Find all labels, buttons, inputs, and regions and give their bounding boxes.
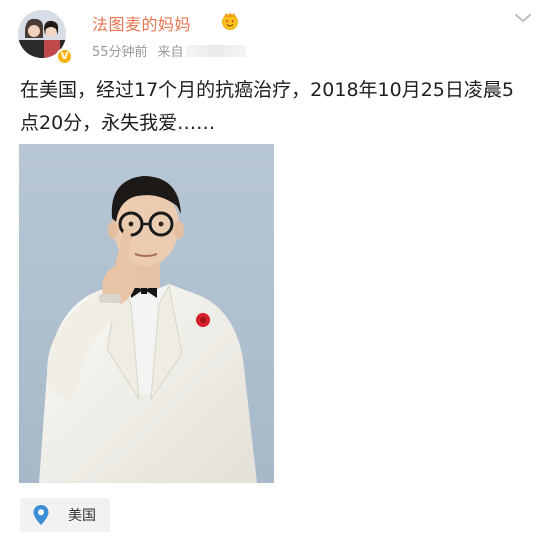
crown-heart-eyes-emoji-icon bbox=[222, 12, 238, 30]
author-avatar-wrap[interactable]: V bbox=[18, 10, 74, 66]
location-label: 美国 bbox=[68, 508, 96, 524]
verified-badge-icon: V bbox=[56, 48, 73, 65]
author-name[interactable]: 法图麦的妈妈 bbox=[92, 11, 191, 35]
post-time: 55分钟前 bbox=[92, 45, 148, 60]
post-text: 在美国，经过17个月的抗癌治疗，2018年10月25日凌晨5点20分，永失我爱…… bbox=[20, 79, 514, 134]
post-meta: 55分钟前 来自 bbox=[92, 41, 246, 60]
weibo-post-card: V 法图麦的妈妈 55分钟前 来自 在美国，经过17个月的抗癌治疗，2018年10… bbox=[0, 0, 550, 541]
portrait-photo-man-white-tuxedo-icon bbox=[39, 176, 257, 483]
location-pin-icon bbox=[33, 505, 49, 525]
post-source-blurred bbox=[185, 45, 246, 57]
chevron-down-icon[interactable] bbox=[514, 12, 532, 24]
location-tag[interactable]: 美国 bbox=[20, 498, 110, 532]
post-image[interactable] bbox=[19, 144, 274, 483]
post-source-label: 来自 bbox=[157, 45, 184, 60]
